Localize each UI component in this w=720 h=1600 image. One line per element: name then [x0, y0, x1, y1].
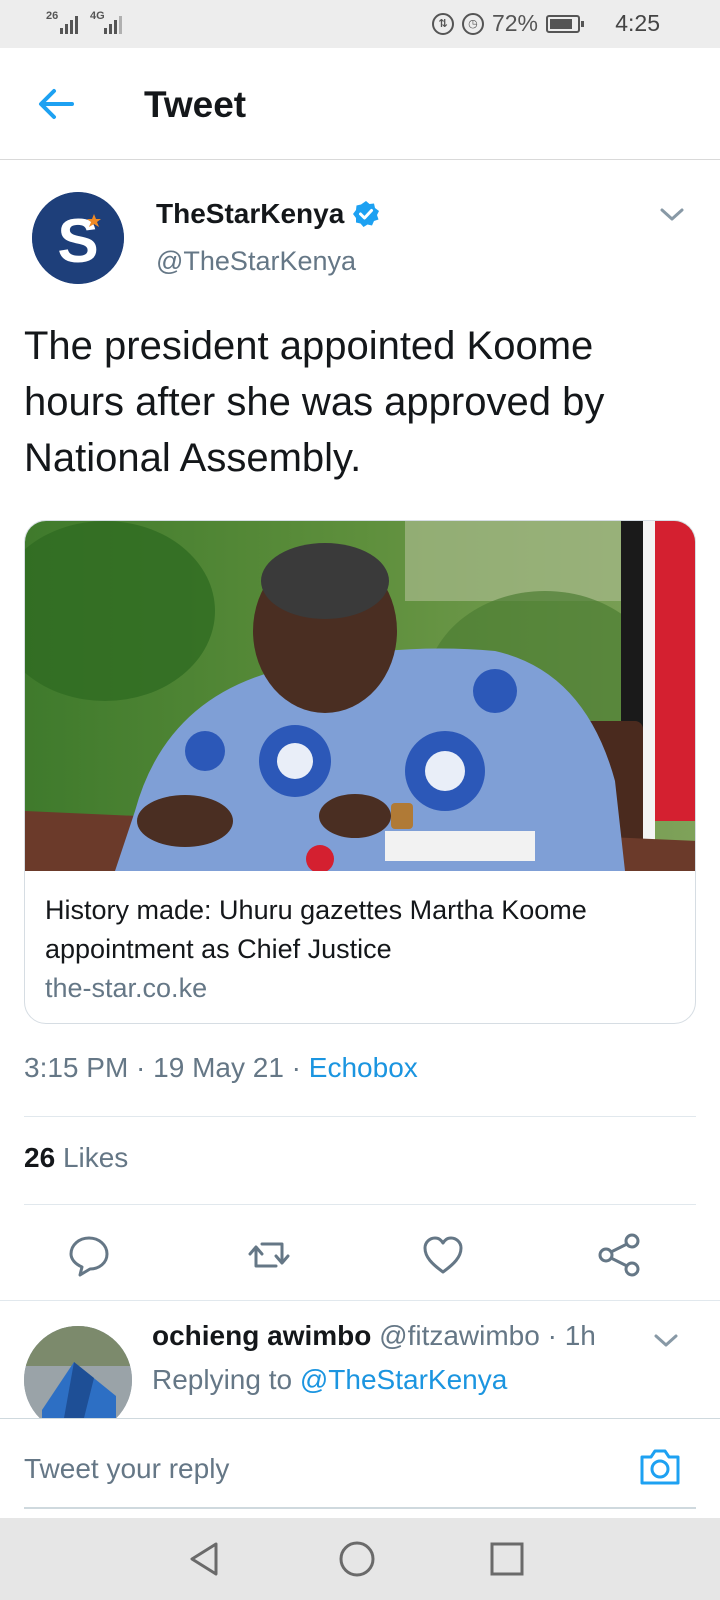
back-button[interactable]: [34, 84, 78, 124]
card-domain: the-star.co.ke: [45, 973, 208, 1003]
reply-header: ochieng awimbo @fitzawimbo · 1h: [152, 1320, 596, 1352]
like-button[interactable]: [420, 1232, 466, 1278]
nav-back-button[interactable]: [184, 1538, 226, 1580]
nav-home-icon: [339, 1541, 375, 1577]
tweet-source-link[interactable]: Echobox: [309, 1052, 418, 1083]
nav-back-icon: [190, 1542, 218, 1576]
data-saver-icon: ⇅: [431, 12, 454, 35]
author-name-text: TheStarKenya: [156, 198, 345, 229]
retweet-button[interactable]: [246, 1232, 292, 1278]
reply-button[interactable]: [66, 1232, 112, 1278]
battery-icon: [546, 14, 584, 33]
replying-mention-link[interactable]: @TheStarKenya: [300, 1364, 507, 1395]
tweet-timestamp: 3:15 PM · 19 May 21 · Echobox: [24, 1052, 418, 1084]
reply-meta: @fitzawimbo · 1h: [379, 1320, 596, 1351]
reply-composer: [0, 1418, 720, 1518]
retweet-icon: [248, 1242, 290, 1268]
author-handle: @TheStarKenya: [156, 246, 357, 276]
share-button[interactable]: [596, 1232, 642, 1278]
network-label: 26: [46, 10, 59, 22]
card-image: [25, 521, 695, 871]
reply-author-name[interactable]: ochieng awimbo: [152, 1320, 371, 1351]
network-label: 4G: [90, 10, 105, 22]
author-name[interactable]: TheStarKenya: [156, 198, 380, 230]
author-avatar[interactable]: S: [32, 192, 124, 284]
composer-underline: [24, 1507, 696, 1509]
like-icon: [423, 1236, 463, 1274]
status-bar: 26 4G ⇅ ◷ 72% 4:25: [0, 0, 720, 48]
camera-button[interactable]: [638, 1445, 682, 1487]
verified-badge-icon: [353, 201, 380, 227]
nav-recents-button[interactable]: [486, 1538, 528, 1580]
timestamp-text: 3:15 PM · 19 May 21 ·: [24, 1052, 309, 1083]
reply-input[interactable]: [24, 1447, 604, 1491]
tweet-actions: [0, 1220, 720, 1300]
likes-number: 26: [24, 1142, 56, 1173]
likes-count[interactable]: 26 Likes: [24, 1142, 128, 1174]
nav-recents-icon: [490, 1542, 524, 1576]
reply-options-button[interactable]: [652, 1328, 680, 1352]
app-header: Tweet: [0, 48, 720, 160]
divider: [24, 1116, 696, 1117]
page-title: Tweet: [144, 84, 247, 125]
clock: 4:25: [615, 10, 660, 36]
chevron-down-icon: [660, 208, 684, 221]
tweet-text: The president appointed Koome hours afte…: [24, 324, 605, 480]
nav-home-button[interactable]: [336, 1538, 378, 1580]
replying-prefix: Replying to: [152, 1364, 300, 1395]
camera-icon: [640, 1449, 680, 1485]
tweet-options-button[interactable]: [658, 202, 686, 226]
alarm-icon: ◷: [461, 12, 484, 35]
svg-text:S: S: [57, 207, 98, 276]
star-logo-icon: S: [32, 192, 124, 284]
system-nav-bar: [0, 1518, 720, 1600]
battery-percent: 72%: [491, 10, 538, 36]
link-card[interactable]: History made: Uhuru gazettes Martha Koom…: [24, 520, 696, 1024]
chevron-down-icon: [654, 1334, 678, 1347]
back-arrow-icon: [39, 89, 74, 119]
status-right: ⇅ ◷ 72%: [431, 10, 584, 37]
share-icon: [598, 1233, 640, 1277]
card-title: History made: Uhuru gazettes Martha Koom…: [45, 895, 587, 964]
likes-label: Likes: [62, 1142, 129, 1173]
signal-icon: 26: [46, 10, 80, 34]
divider: [24, 1204, 696, 1205]
divider: [0, 1300, 720, 1301]
replying-to: Replying to @TheStarKenya: [152, 1364, 507, 1396]
signal-indicators: 26 4G: [46, 10, 124, 34]
reply-icon: [69, 1236, 109, 1277]
signal-icon: 4G: [90, 10, 124, 34]
